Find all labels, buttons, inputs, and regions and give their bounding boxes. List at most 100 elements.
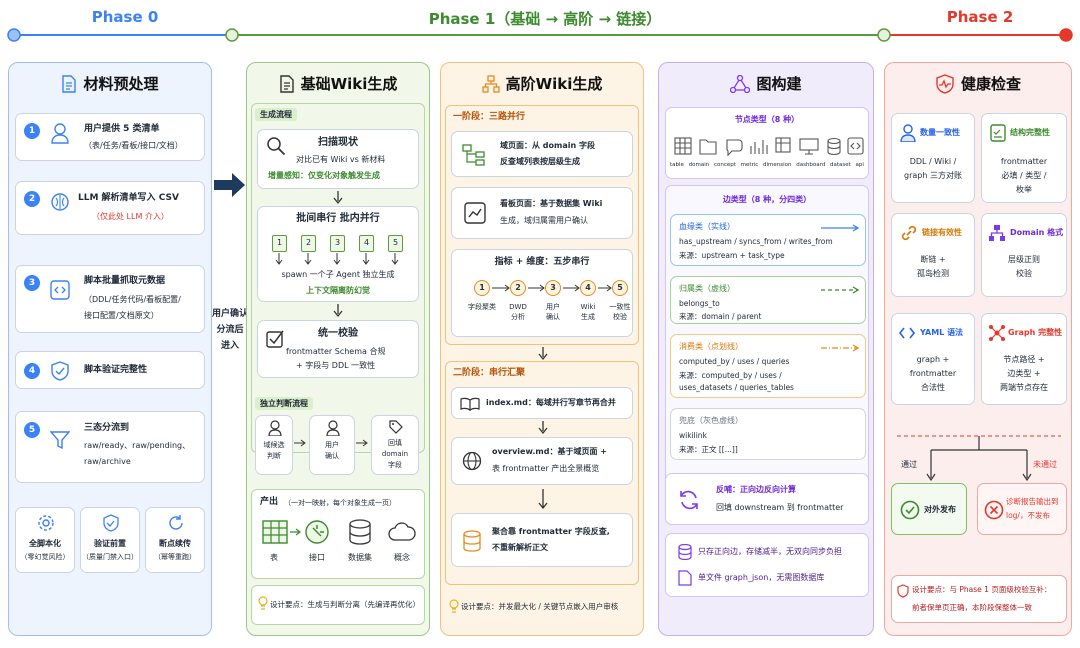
step-card-5: 5 三态分流到 raw/ready、raw/pending、 raw/archi… [15,411,205,483]
user-icon [900,124,916,142]
card-note: 上下文隔离防幻觉 [306,286,370,295]
overview-card: overview.md：基于域页面 + 表 frontmatter 产出全景概览 [451,437,633,485]
edge-consume: 消费类（点划线） computed_by / uses / queries 来源… [670,334,866,398]
checklist-icon [990,124,1006,142]
card-title: 反哺：正向边反向计算 [716,485,796,494]
gear-icon [38,515,54,531]
section-label: 产出 [260,497,279,507]
feature-desc: （零幻觉风险） [20,553,70,561]
arrow-down-icon [538,489,548,510]
scan-card: 扫描现状 对比已有 Wiki vs 新材料 增量感知：仅变化对象触发生成 [257,129,419,189]
check-yaml: YAML 语法 graph + frontmatter 合法性 [891,313,975,405]
refresh-icon [169,515,183,530]
funnel-icon [50,431,70,450]
section-label: 二阶段：串行汇聚 [453,368,526,378]
diagnose-card: 诊断报告输出到 log/，不发布 [977,483,1067,535]
column-basic-wiki: 基础Wiki生成 生成流程 扫描现状 对比已有 Wiki vs 新材料 增量感知… [246,62,430,636]
code-icon [50,280,70,300]
section-note: （一对一映射，每个对象生成一页） [284,499,396,507]
output-section: 产出 （一对一映射，每个对象生成一页） 表 接口 数据集 概念 [251,489,425,579]
batch-number: 3 [330,235,345,252]
step-card-1: 1 用户提供 5 类清单 （表/任务/看板/接口/文档） [15,113,205,161]
pass-label: 通过 [901,460,917,469]
output-item: 概念 [394,553,410,562]
lightbulb-icon [258,596,268,610]
arrow-right-icon [294,439,306,447]
publish-card: 对外发布 [891,483,967,535]
arrow-right-icon [290,528,301,536]
brain-icon [51,193,69,211]
judge-step-domain: 域候选 判断 [255,415,293,475]
output-item: 数据集 [348,553,372,562]
arrow-down-icon [333,191,343,205]
step-number: 4 [24,363,40,379]
card-desc: frontmatter Schema 合规 [286,347,386,356]
hierarchy-icon [481,74,500,93]
step-card-2: 2 LLM 解析清单写入 CSV （仅此处 LLM 介入） [15,181,205,235]
output-item: 表 [270,553,278,562]
feature-card-resume: 断点续传 （幂等重跑） [145,507,205,573]
column-title: 图构建 [756,75,802,93]
shield-icon [897,584,909,598]
step-card-4: 4 脚本验证完整性 [15,351,205,389]
check-graph: Graph 完整性 节点路径 + 边类型 + 两端节点存在 [981,313,1067,405]
checkbox-icon [266,330,284,348]
step-title: LLM 解析清单写入 CSV [78,193,179,203]
shield-check-icon [103,514,119,532]
card-desc: 不重新解析正文 [492,543,548,552]
step-title: 脚本批量抓取元数据 [84,276,166,286]
shield-pulse-icon [936,73,954,94]
batch-number: 5 [388,235,403,252]
card-desc: 对比已有 Wiki vs 新材料 [296,155,386,164]
node-type-icons [674,137,864,157]
judge-flow: 域候选 判断 用户 确认 回填 domain 字段 [251,413,425,481]
step-card-3: 3 脚本批量抓取元数据 （DDL/任务代码/看板配置/ 接口配置/文档原文） [15,265,205,333]
tip-box: 设计要点：生成与判断分离（先编译再优化） [251,585,425,625]
column-title: 材料预处理 [83,75,159,93]
code-icon [898,327,916,339]
card-desc: 生成，域归属需用户确认 [500,216,588,225]
step-desc: （DDL/任务代码/看板配置/ [84,295,181,304]
card-title: index.md：每域并行写章节再合并 [486,398,616,407]
database-icon [463,530,481,552]
output-item: 接口 [309,553,325,562]
feature-title: 断点续传 [159,539,191,548]
card-desc: 反查域列表按层级生成 [500,157,580,166]
big-arrow-right-icon [214,173,245,197]
feedback-card: 反哺：正向边反向计算 回填 downstream 到 frontmatter [665,473,869,525]
arrow-down-icon [333,304,343,318]
judge-step-confirm: 用户 确认 [309,415,355,475]
tag-icon [389,420,403,434]
index-card: index.md：每域并行写章节再合并 [451,387,633,419]
card-desc: 回填 downstream 到 frontmatter [716,503,844,512]
close-circle-icon [984,500,1004,520]
step-label: DWD 分析 [509,303,527,321]
unified-check-card: 统一校验 frontmatter Schema 合规 + 字段与 DDL 一致性 [257,320,419,378]
phase-timeline [7,28,1073,42]
section-label: 一阶段：三路并行 [453,112,526,122]
edge-lineage: 血缘类（实线） has_upstream / syncs_from / writ… [670,214,866,266]
network-icon [989,325,1005,341]
tree-icon [462,144,485,166]
step-label: 用户 确认 [546,303,560,321]
card-title: 节点类型（8 种） [734,115,800,124]
card-desc: spawn 一个子 Agent 独立生成 [281,270,395,279]
batch-arrows [275,253,399,265]
card-desc: 只存正向边，存储减半，无双向同步负担 [698,547,842,556]
table-icon [262,520,288,544]
arrow-down-icon [538,421,548,435]
metric-card: 指标 + 维度：五步串行 1 2 3 4 5 字段聚类 DWD 分析 用户 确认 W… [451,249,633,337]
cloud-icon [388,522,416,541]
fail-label: 未通过 [1033,460,1057,469]
batch-number: 4 [359,235,374,252]
card-title: 指标 + 维度：五步串行 [494,257,590,267]
arrow-right-icon [356,439,368,447]
step-circle: 5 [612,280,628,296]
step-label: 字段聚类 [468,303,496,311]
database-icon [678,544,692,560]
step-title: 用户提供 5 类清单 [84,124,160,134]
globe-icon [462,451,482,471]
section-label: 独立判断流程 [255,397,313,410]
dashed-arrow-line [821,286,860,294]
user-icon [51,123,69,144]
